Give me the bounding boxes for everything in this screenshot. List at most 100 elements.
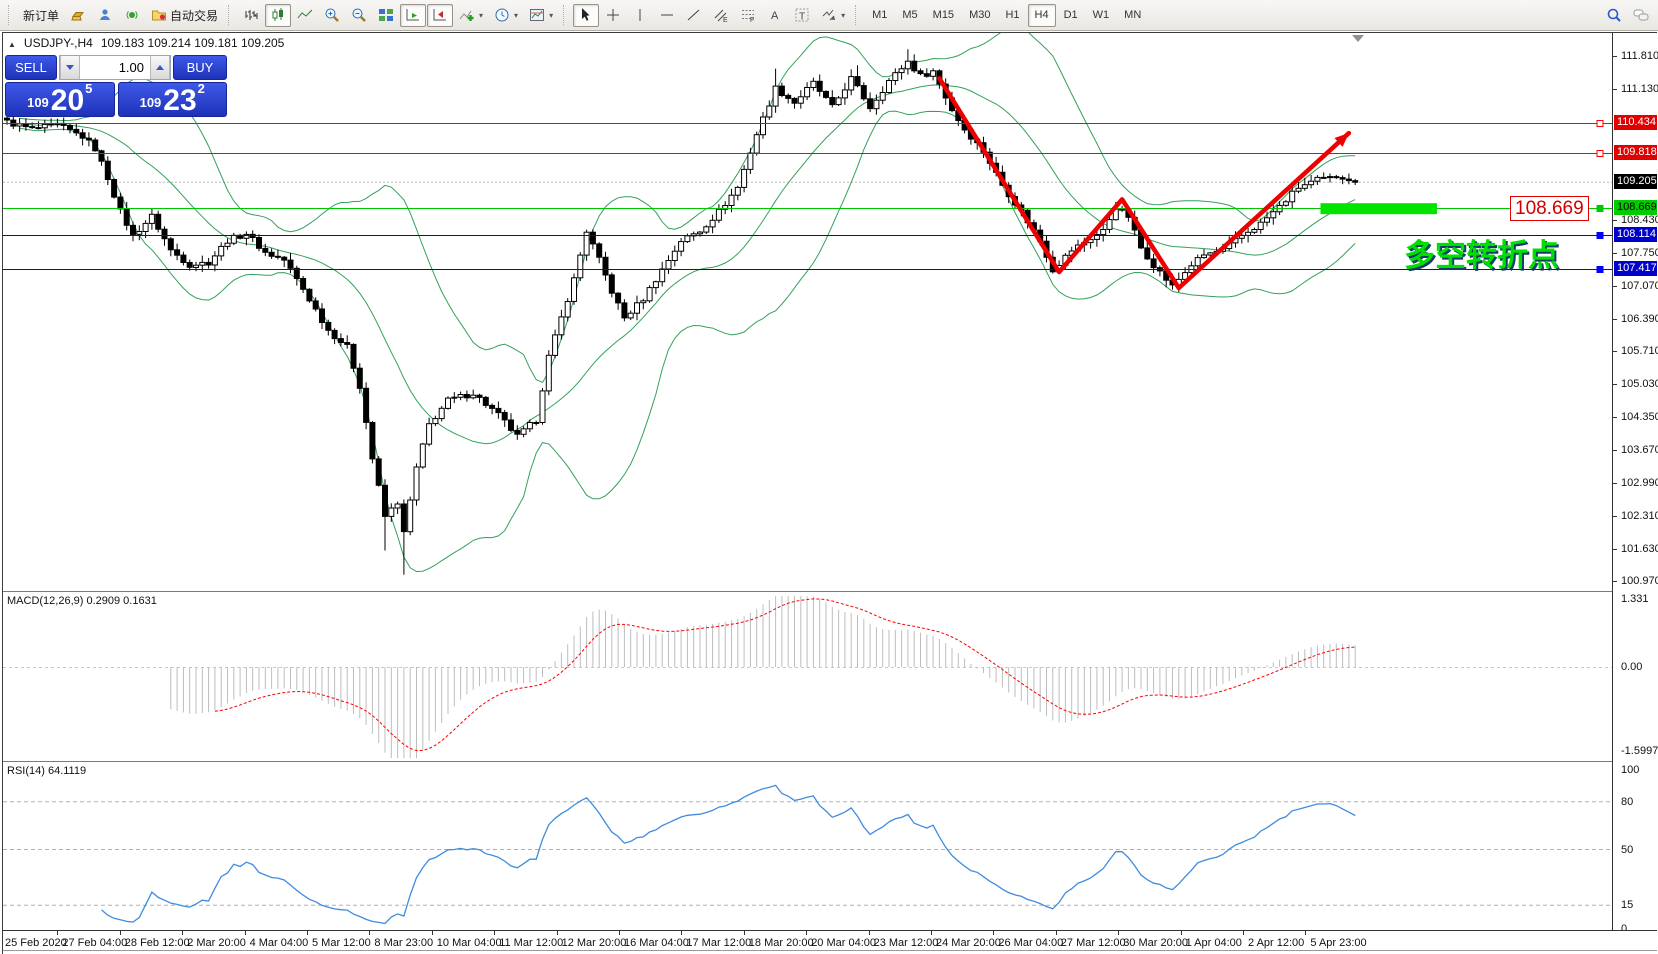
gold-button[interactable] [65,4,91,27]
time-axis[interactable]: 25 Feb 202027 Feb 04:0028 Feb 12:002 Mar… [3,930,1657,951]
turning-point-annotation[interactable]: 多空转折点 [1404,230,1559,275]
timeframe-W1[interactable]: W1 [1086,4,1117,27]
time-tick [1181,931,1182,935]
axis-tick-label: 105.030 [1621,378,1658,390]
fibonacci-button[interactable]: F [735,4,761,27]
timeframe-M15[interactable]: M15 [926,4,961,27]
axis-tick [1613,516,1617,517]
timeframe-MN[interactable]: MN [1117,4,1148,27]
axis-tick-label: 101.630 [1621,543,1658,555]
collapse-icon[interactable]: ▲ [8,40,16,49]
line-icon [297,7,313,23]
indicators-button[interactable]: ▾ [454,4,488,27]
time-tick [432,931,433,935]
time-label: 25 Feb 2020 [5,937,67,949]
autotrading-button[interactable]: 自动交易 [146,4,223,27]
time-label: 4 Mar 04:00 [250,937,309,949]
dropdown-arrow-icon[interactable]: ▾ [841,11,845,20]
fibo-icon: F [740,7,756,23]
horizontal-line-button[interactable] [654,4,680,27]
dropdown-arrow-icon[interactable]: ▾ [479,11,483,20]
next-window-edge [3,950,1657,954]
shapes-icon [821,7,837,23]
timeframe-D1[interactable]: D1 [1057,4,1085,27]
dropdown-arrow-icon[interactable]: ▾ [514,11,518,20]
macd-panel: MACD(12,26,9) 0.2909 0.1631 [3,593,1612,761]
folder-icon [151,7,167,23]
equidistant-channel-button[interactable]: E [708,4,734,27]
sell-price[interactable]: 109205 [5,82,115,117]
tile-windows-button[interactable] [373,4,399,27]
vline-icon [632,7,648,23]
cursor-button[interactable] [573,4,599,27]
axis-tick [1613,89,1617,90]
chat-icon [1633,7,1649,23]
line-chart-button[interactable] [292,4,318,27]
chart-header: ▲ USDJPY-,H4 109.183 109.214 109.181 109… [8,36,284,50]
macd-axis-label: -1.5997 [1621,745,1658,757]
search-button[interactable] [1601,4,1627,27]
time-label: 27 Mar 12:00 [1061,937,1126,949]
rsi-axis-label: 100 [1621,764,1639,776]
time-tick [869,931,870,935]
crosshair-icon [605,7,621,23]
volume-down-button[interactable] [60,56,80,79]
panel-separator[interactable] [3,761,1657,764]
axis-tick [1613,417,1617,418]
vertical-line-button[interactable] [627,4,653,27]
periods-button[interactable]: ▾ [489,4,523,27]
candlestick-chart-button[interactable] [265,4,291,27]
volume-up-button[interactable] [150,56,170,79]
arrows-tool-button[interactable]: A [762,4,788,27]
timeframe-H4[interactable]: H4 [1028,4,1056,27]
volume-input[interactable]: 1.00 [80,56,150,79]
templates-button[interactable]: ▾ [524,4,558,27]
shift-icon [432,7,448,23]
highlight-zone[interactable] [1321,203,1438,214]
buy-button[interactable]: BUY [173,55,227,80]
price-badge: 108.669 [1614,200,1657,215]
time-label: 26 Mar 04:00 [998,937,1063,949]
profile-button[interactable] [92,4,118,27]
shapes-button[interactable]: ▾ [816,4,850,27]
dropdown-arrow-icon[interactable]: ▾ [549,11,553,20]
sell-button[interactable]: SELL [5,55,57,80]
chart-window: ▲ USDJPY-,H4 109.183 109.214 109.181 109… [2,32,1657,954]
rsi-chart [3,763,1612,930]
axis-tick [1613,253,1617,254]
price-level-label[interactable]: 108.669 [1510,196,1589,221]
timeframe-H1[interactable]: H1 [998,4,1026,27]
panel-separator[interactable] [3,591,1657,594]
crosshair-button[interactable] [600,4,626,27]
axis-tick-label: 100.970 [1621,575,1658,587]
main-chart-panel: ▲ USDJPY-,H4 109.183 109.214 109.181 109… [3,33,1612,591]
macd-signal-line [215,599,1355,751]
timeframe-M30[interactable]: M30 [962,4,997,27]
trend-line-button[interactable] [681,4,707,27]
text-tool-button[interactable]: T [789,4,815,27]
price-axis[interactable]: 111.810111.130108.430107.750107.070106.3… [1612,33,1658,930]
time-tick [557,931,558,935]
chart-shift-marker[interactable] [1352,35,1364,42]
time-label: 18 Mar 20:00 [749,937,814,949]
chat-button[interactable] [1628,4,1654,27]
timeframe-M1[interactable]: M1 [865,4,894,27]
signals-button[interactable] [119,4,145,27]
new-order-button[interactable]: 新订单 [18,4,64,27]
timeframe-M5[interactable]: M5 [895,4,924,27]
zoom-in-button[interactable] [319,4,345,27]
auto-scroll-button[interactable] [400,4,426,27]
chart-shift-button[interactable] [427,4,453,27]
axis-tick [1613,351,1617,352]
bar-chart-button[interactable] [238,4,264,27]
time-tick [1243,931,1244,935]
time-label: 5 Mar 12:00 [312,937,371,949]
axis-tick [1613,483,1617,484]
tile-icon [378,7,394,23]
price-badge: 108.114 [1614,227,1657,242]
zoom-out-button[interactable] [346,4,372,27]
time-tick [245,931,246,935]
horizontal-level-lines[interactable] [3,121,1612,273]
time-label: 30 Mar 20:00 [1123,937,1188,949]
buy-price[interactable]: 109232 [118,82,228,117]
